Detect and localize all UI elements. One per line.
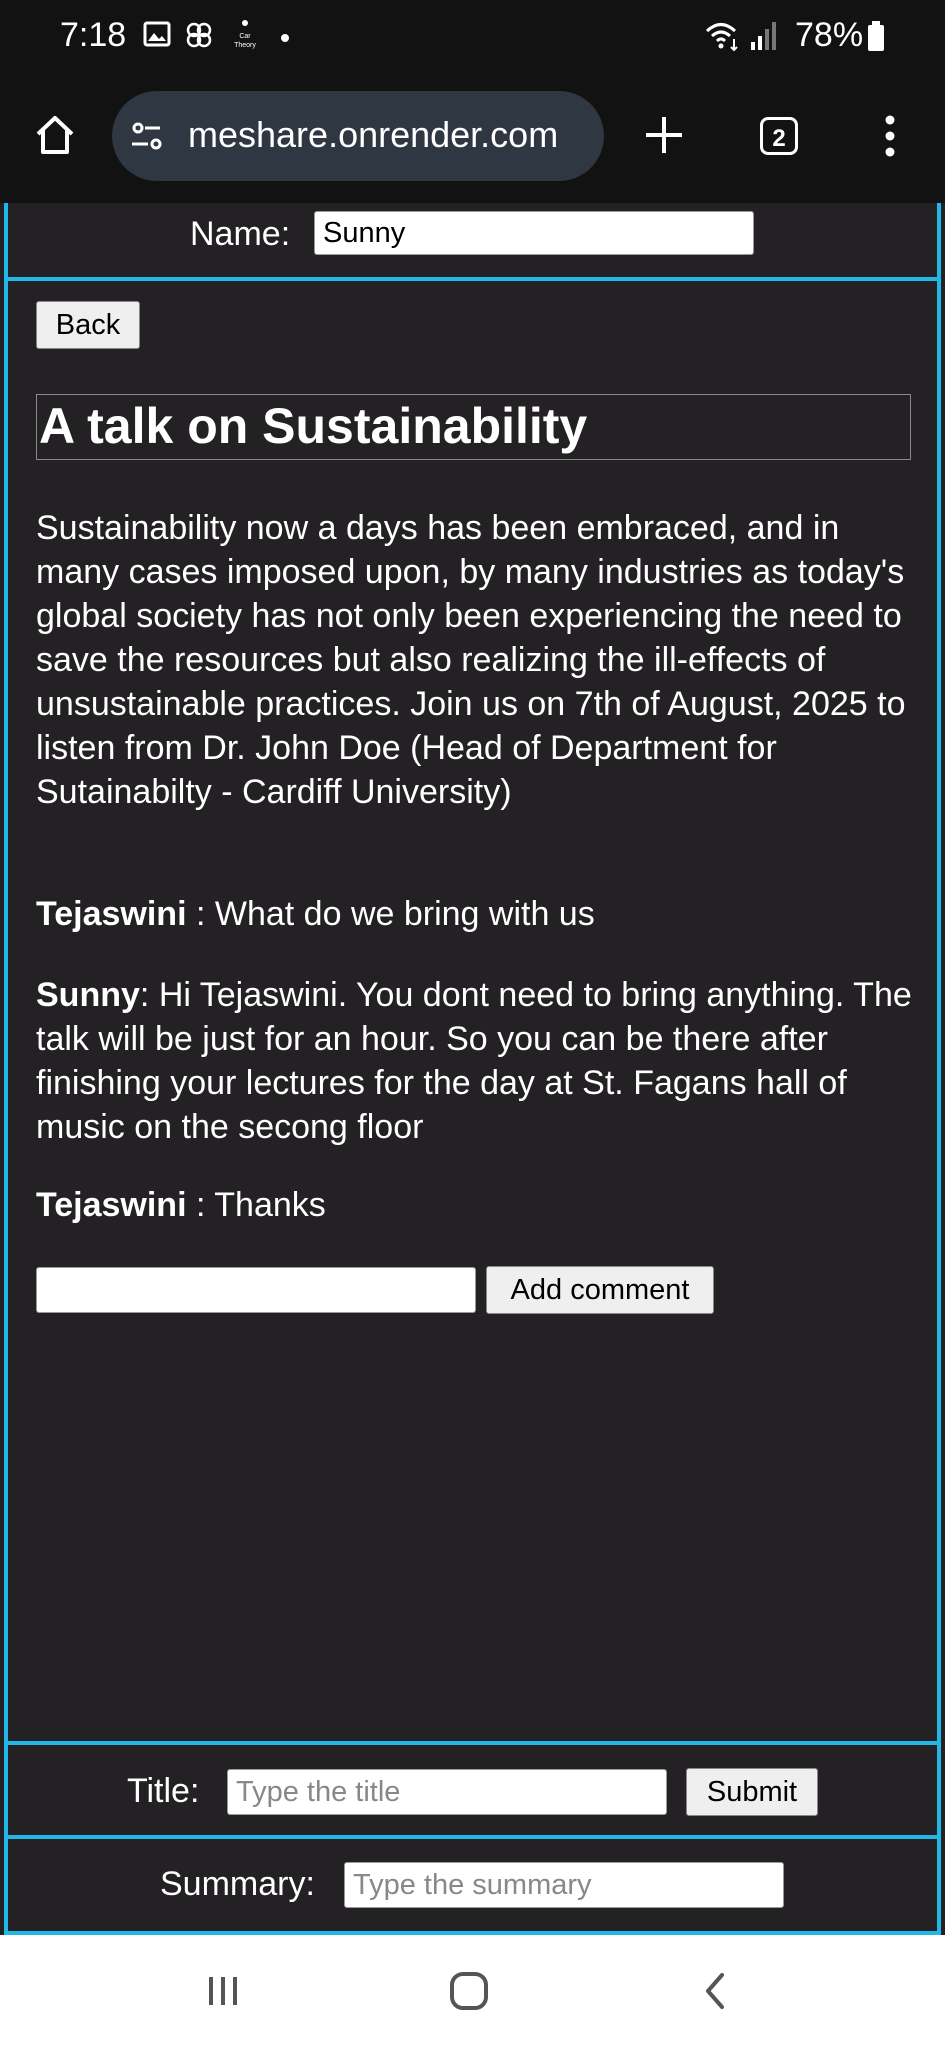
signal-icon: [749, 20, 779, 52]
more-menu-icon[interactable]: [880, 113, 900, 159]
home-nav-icon[interactable]: [449, 1971, 489, 2011]
name-input[interactable]: [314, 211, 754, 255]
comment-author: Tejaswini: [36, 895, 187, 933]
comment-author: Tejaswini: [36, 1186, 187, 1224]
tab-switcher-button[interactable]: 2: [760, 117, 798, 155]
recent-apps-icon[interactable]: [205, 1973, 241, 2009]
comment-separator: :: [139, 976, 159, 1014]
name-header: Name:: [4, 203, 941, 277]
comment-item: Sunny: Hi Tejaswini. You dont need to br…: [36, 973, 916, 1149]
svg-text:Theory: Theory: [234, 42, 256, 49]
comment-separator: :: [186, 1186, 215, 1224]
home-icon[interactable]: [33, 113, 77, 157]
image-icon: [143, 20, 171, 48]
pinwheel-icon: [184, 20, 212, 48]
new-tab-icon[interactable]: [642, 113, 686, 157]
address-bar[interactable]: meshare.onrender.com: [112, 91, 604, 181]
wifi-icon: [703, 20, 743, 52]
title-label: Title:: [127, 1772, 200, 1810]
car-theory-icon: Car Theory: [230, 18, 260, 52]
url-text: meshare.onrender.com: [188, 114, 559, 155]
back-nav-icon[interactable]: [700, 1971, 730, 2011]
comment-separator: :: [186, 895, 215, 933]
summary-input[interactable]: [344, 1862, 784, 1908]
status-time: 7:18: [60, 16, 127, 54]
post-description: Sustainability now a days has been embra…: [36, 509, 906, 811]
battery-percent: 78%: [795, 16, 864, 54]
comment-text: Hi Tejaswini. You dont need to bring any…: [36, 976, 912, 1146]
battery-icon: [866, 20, 886, 52]
dot-icon: [280, 30, 290, 42]
name-label: Name:: [190, 215, 291, 253]
site-settings-icon[interactable]: [130, 117, 170, 157]
submit-button[interactable]: Submit: [686, 1768, 818, 1816]
comment-item: Tejaswini : What do we bring with us: [36, 892, 916, 936]
browser-toolbar: meshare.onrender.com 2: [0, 75, 945, 203]
status-bar: 7:18 Car Theory 78%: [0, 0, 945, 75]
add-comment-button[interactable]: Add comment: [486, 1266, 714, 1314]
comment-author: Sunny: [36, 976, 140, 1014]
comment-text: What do we bring with us: [214, 895, 595, 933]
comment-input[interactable]: [36, 1267, 476, 1313]
title-input[interactable]: [227, 1769, 667, 1815]
summary-label: Summary:: [160, 1865, 315, 1903]
comment-text: Thanks: [214, 1186, 326, 1224]
back-button[interactable]: Back: [36, 301, 140, 349]
comment-item: Tejaswini : Thanks: [36, 1183, 916, 1227]
system-nav-bar: [0, 1935, 945, 2048]
svg-text:Car: Car: [239, 33, 251, 40]
post-title: A talk on Sustainability: [36, 394, 911, 460]
